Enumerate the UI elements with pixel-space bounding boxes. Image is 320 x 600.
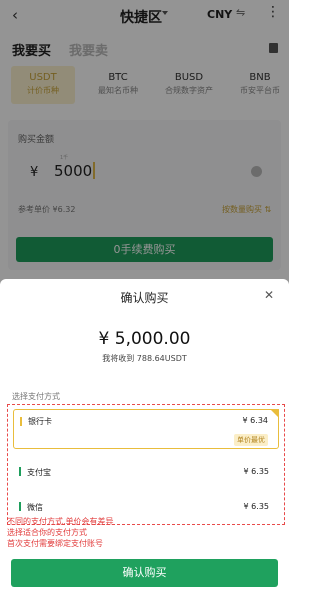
payment-method-bank-card[interactable]: 银行卡 ¥ 6.34 单价最优	[13, 409, 279, 449]
payment-methods-highlight: 银行卡 ¥ 6.34 单价最优 支付宝 ¥ 6.35 微信 ¥ 6.35	[7, 404, 285, 525]
annotation-notes: 不同的支付方式,单价会有差异 选择适合你的支付方式 首次支付需要绑定支付账号	[7, 516, 114, 549]
method-name: 银行卡	[28, 417, 52, 426]
close-icon[interactable]: ✕	[264, 288, 274, 302]
confirm-purchase-button[interactable]: 确认购买	[11, 559, 278, 587]
method-indicator	[19, 502, 21, 511]
method-name: 支付宝	[27, 468, 51, 477]
selected-corner-icon	[270, 409, 279, 418]
payment-method-label: 选择支付方式	[12, 392, 60, 401]
best-price-badge: 单价最优	[234, 434, 268, 446]
method-price: ¥ 6.35	[243, 467, 269, 476]
method-price: ¥ 6.34	[242, 416, 268, 425]
sheet-title: 确认购买	[120, 291, 169, 305]
receive-amount: 我将收到 788.64USDT	[102, 354, 187, 363]
method-price: ¥ 6.35	[243, 502, 269, 511]
confirm-purchase-sheet: 确认购买 ✕ ¥ 5,000.00 我将收到 788.64USDT 选择支付方式…	[0, 279, 289, 600]
annotation-line: 不同的支付方式,单价会有差异	[7, 517, 114, 526]
method-name: 微信	[27, 503, 43, 512]
annotation-line: 首次支付需要绑定支付账号	[7, 539, 103, 548]
payment-method-alipay[interactable]: 支付宝 ¥ 6.35	[13, 459, 279, 485]
method-indicator	[20, 417, 22, 426]
purchase-amount: ¥ 5,000.00	[98, 329, 191, 349]
method-indicator	[19, 467, 21, 476]
annotation-line: 选择适合你的支付方式	[7, 528, 87, 537]
